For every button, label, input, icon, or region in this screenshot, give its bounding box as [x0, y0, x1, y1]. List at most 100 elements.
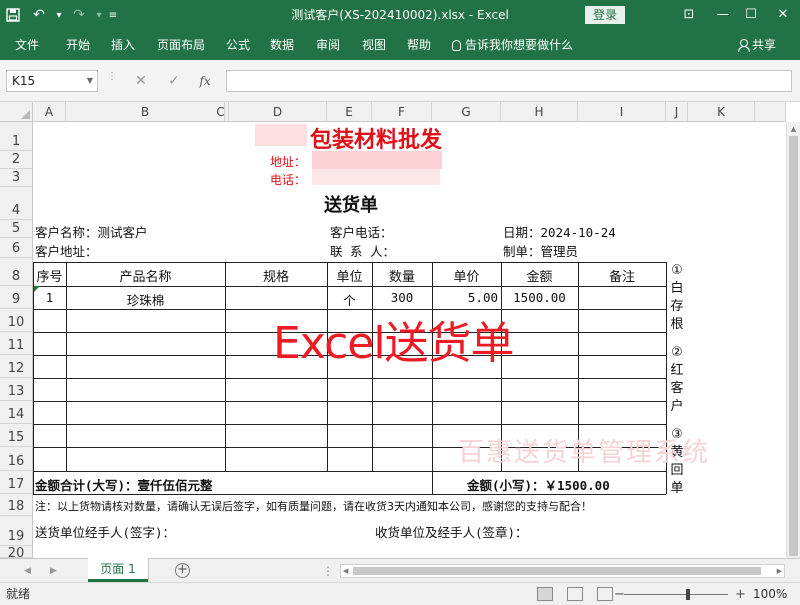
column-header-e[interactable]: E: [327, 102, 372, 122]
row-header-13[interactable]: 13: [0, 378, 33, 401]
page-break-view-icon[interactable]: [597, 587, 613, 601]
total-lower: 金额(小写)：￥1500.00: [467, 478, 610, 493]
add-sheet-icon[interactable]: +: [175, 563, 190, 578]
column-header-f[interactable]: F: [372, 102, 432, 122]
tab-file[interactable]: 文件: [15, 30, 39, 60]
name-box[interactable]: K15 ▼: [6, 70, 98, 92]
sheet-tab-page-1[interactable]: 页面 1: [88, 558, 148, 582]
scroll-up-icon[interactable]: ▲: [787, 122, 800, 136]
zoom-slider-thumb[interactable]: [686, 589, 690, 600]
column-header-a[interactable]: A: [33, 102, 66, 122]
item-amount[interactable]: 1500.00: [501, 290, 578, 305]
zoom-slider[interactable]: [624, 594, 728, 595]
item-product-name[interactable]: 珍珠棉: [66, 290, 225, 309]
horizontal-scrollbar[interactable]: ◀ ▶: [340, 564, 785, 578]
quick-access-toolbar: ↶ ▾ ↷ ▾ ≡: [0, 0, 120, 30]
row-header-16[interactable]: 16: [0, 447, 33, 471]
vertical-scroll-thumb[interactable]: [789, 136, 798, 556]
tab-formulas[interactable]: 公式: [226, 30, 250, 60]
worksheet-grid[interactable]: A B C D E F G H I J K 1 2 3 4 5 6 8 9 10…: [0, 102, 800, 558]
row-header-6[interactable]: 6: [0, 238, 33, 258]
undo-icon[interactable]: ↶: [26, 0, 52, 30]
tab-data[interactable]: 数据: [270, 30, 294, 60]
splitter-icon[interactable]: ⋮: [107, 72, 117, 82]
column-header-l[interactable]: [755, 102, 786, 122]
save-icon[interactable]: [0, 0, 26, 30]
column-header-d[interactable]: D: [229, 102, 327, 122]
login-button[interactable]: 登录: [585, 6, 625, 24]
row-header-11[interactable]: 11: [0, 332, 33, 355]
customer-address: 客户地址：: [35, 244, 98, 259]
row-header-17[interactable]: 17: [0, 471, 33, 494]
zoom-in-icon[interactable]: +: [735, 583, 746, 605]
row-header-3[interactable]: 3: [0, 169, 33, 187]
row-header-14[interactable]: 14: [0, 401, 33, 424]
tab-page-layout[interactable]: 页面布局: [157, 30, 205, 60]
column-header-b[interactable]: B: [66, 102, 225, 122]
side-note-2: 白: [670, 281, 684, 296]
select-all-button[interactable]: [0, 102, 33, 122]
column-header-h[interactable]: H: [501, 102, 578, 122]
zoom-level[interactable]: 100%: [753, 583, 787, 605]
tab-review[interactable]: 审阅: [316, 30, 340, 60]
row-header-8[interactable]: 8: [0, 258, 33, 286]
customize-icon[interactable]: ≡: [106, 0, 120, 30]
tab-help[interactable]: 帮助: [407, 30, 431, 60]
tab-splitter-icon[interactable]: ⋮: [322, 559, 334, 583]
scroll-right-icon[interactable]: ▶: [777, 565, 782, 577]
redo-icon[interactable]: ↷: [66, 0, 92, 30]
row-header-18[interactable]: 18: [0, 494, 33, 516]
close-button[interactable]: ✕: [766, 0, 800, 30]
total-upper: 金额合计(大写)：壹仟伍佰元整: [35, 478, 213, 493]
row-header-5[interactable]: 5: [0, 220, 33, 238]
sheet-next-icon[interactable]: ▶: [50, 559, 57, 583]
restore-button[interactable]: ☐: [734, 0, 768, 30]
page-layout-view-icon[interactable]: [567, 587, 583, 601]
normal-view-icon[interactable]: [537, 587, 553, 601]
chevron-down-icon[interactable]: ▼: [87, 71, 93, 91]
row-header-15[interactable]: 15: [0, 424, 33, 447]
row-header-4[interactable]: 4: [0, 187, 33, 220]
column-header-g[interactable]: G: [432, 102, 501, 122]
tab-home[interactable]: 开始: [66, 30, 90, 60]
side-note-5: ②: [671, 345, 683, 360]
row-header-1[interactable]: 1: [0, 122, 33, 151]
column-header-j[interactable]: J: [666, 102, 688, 122]
sheet-prev-icon[interactable]: ◀: [24, 559, 31, 583]
sheet-tab-bar: ◀ ▶ 页面 1 + ⋮ ◀ ▶: [0, 558, 800, 582]
row-header-9[interactable]: 9: [0, 286, 33, 309]
ribbon-display-icon[interactable]: ⊡: [672, 0, 706, 30]
horizontal-scroll-thumb[interactable]: [353, 567, 761, 575]
row-header-10[interactable]: 10: [0, 309, 33, 332]
order-maker: 制单：管理员: [503, 244, 579, 259]
undo-dropdown-icon[interactable]: ▾: [52, 0, 66, 30]
name-box-value: K15: [12, 74, 36, 88]
item-serial[interactable]: 1: [33, 290, 66, 305]
scroll-left-icon[interactable]: ◀: [343, 565, 348, 577]
item-quantity[interactable]: 300: [372, 290, 432, 305]
cancel-icon[interactable]: ✕: [130, 70, 152, 92]
tell-me-label: 告诉我你想要做什么: [465, 38, 574, 52]
header-unit-price: 单价: [453, 270, 480, 285]
share-label: 共享: [752, 38, 777, 52]
side-note-3: 存: [670, 299, 684, 314]
row-header-2[interactable]: 2: [0, 151, 33, 169]
vertical-scrollbar[interactable]: ▲: [786, 122, 800, 558]
row-header-20[interactable]: 20: [0, 546, 33, 558]
item-unit-price[interactable]: 5.00: [432, 290, 498, 305]
formula-input[interactable]: [226, 70, 792, 92]
side-note-4: 根: [670, 317, 684, 332]
redo-dropdown-icon[interactable]: ▾: [92, 0, 106, 30]
column-header-c-label: C: [216, 105, 225, 119]
tab-insert[interactable]: 插入: [111, 30, 135, 60]
share-button[interactable]: 共享: [737, 30, 776, 60]
column-header-k[interactable]: K: [688, 102, 755, 122]
insert-function-icon[interactable]: fx: [194, 70, 216, 92]
column-header-i[interactable]: I: [578, 102, 666, 122]
delivery-note: 注：以上货物请核对数量，请确认无误后签字，如有质量问题，请在收货3天内通知本公司…: [35, 500, 592, 513]
row-header-12[interactable]: 12: [0, 355, 33, 378]
row-header-19[interactable]: 19: [0, 516, 33, 546]
tell-me-search[interactable]: 告诉我你想要做什么: [452, 30, 573, 60]
enter-icon[interactable]: ✓: [163, 70, 185, 92]
tab-view[interactable]: 视图: [362, 30, 386, 60]
